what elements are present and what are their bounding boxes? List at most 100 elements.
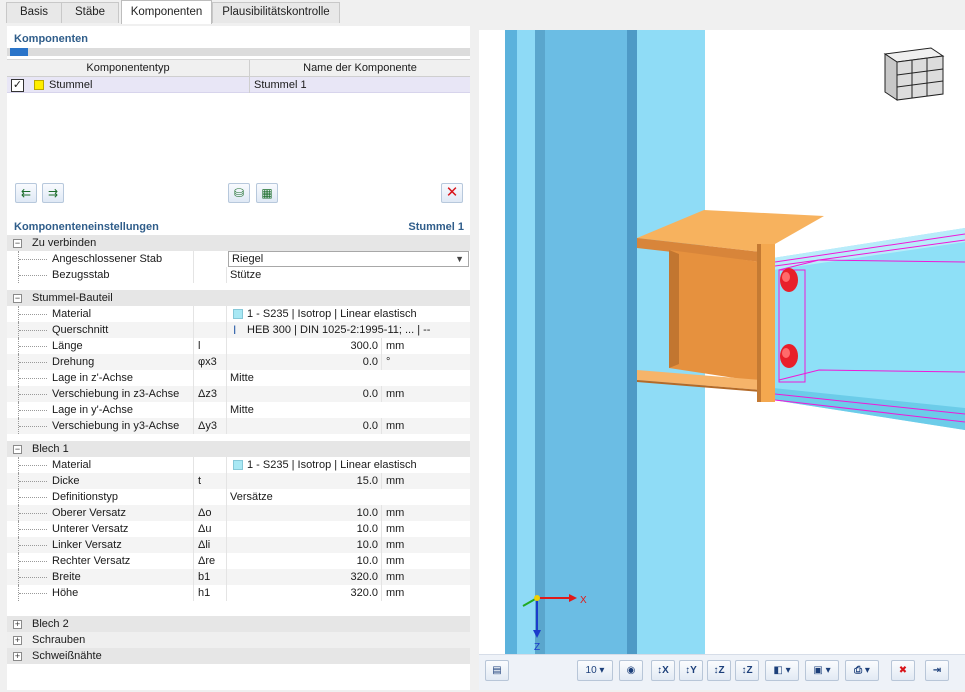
prop-label: Lage in z'-Achse [52,372,133,384]
prop-rechter-versatz[interactable]: Rechter Versatz Δre 10.0 mm [7,553,470,569]
settings-title-text: Komponenteneinstellungen [14,221,159,233]
collapse-icon[interactable]: − [13,294,22,303]
prop-value[interactable]: 10.0 [230,537,378,553]
prop-laenge[interactable]: Länge l 300.0 mm [7,338,470,354]
prop-material[interactable]: Material 1 - S235 | Isotrop | Linear ela… [7,306,470,322]
group-blech-1[interactable]: − Blech 1 [7,441,470,457]
collapse-icon[interactable]: − [13,239,22,248]
component-checkbox[interactable]: ✓ [11,79,24,92]
view-y-button[interactable]: ↕Y [679,660,703,681]
component-type-cell: Stummel [49,79,93,91]
view-cube-icon[interactable] [883,47,945,101]
reset-view-button[interactable]: ✖ [891,660,915,681]
prop-linker-versatz[interactable]: Linker Versatz Δli 10.0 mm [7,537,470,553]
view-x-button[interactable]: ↕X [651,660,675,681]
settings-section-title: Komponenteneinstellungen Stummel 1 [7,219,470,236]
prop-value[interactable]: 0.0 [230,386,378,402]
prop-value: Mitte [230,404,254,416]
render-mode-button[interactable]: ◉ [619,660,643,681]
prop-value: Stütze [230,269,262,281]
prop-label: Oberer Versatz [52,507,126,519]
display-layers-button[interactable]: ◧ ▾ [765,660,799,681]
prop-value[interactable]: 10.0 [230,553,378,569]
move-up-button[interactable]: ⇇ [15,183,37,203]
prop-unterer-versatz[interactable]: Unterer Versatz Δu 10.0 mm [7,521,470,537]
move-down-button[interactable]: ⇉ [42,183,64,203]
prop-symbol: φx3 [198,356,217,368]
prop-value[interactable]: 10.0 [230,521,378,537]
view-iso-button[interactable]: ↕Z [735,660,759,681]
column-header-name[interactable]: Name der Komponente [250,60,470,77]
group-label: Zu verbinden [32,237,97,249]
arrow-list-icon: ⇇ [20,186,32,200]
tab-plausibilitaetskontrolle[interactable]: Plausibilitätskontrolle [212,2,340,23]
delete-component-button[interactable]: ✕ [441,183,463,203]
prop-unit: mm [386,507,405,519]
zoom-select[interactable]: 10 ▾ [577,660,613,681]
exit-view-button[interactable]: ⇥ [925,660,949,681]
expand-icon[interactable]: + [13,652,22,661]
prop-unit: mm [386,571,405,583]
tab-basis[interactable]: Basis [6,2,62,23]
group-schweissnaehte[interactable]: + Schweißnähte [7,648,470,664]
angeschlossener-stab-select[interactable]: Riegel ▼ [228,251,469,267]
chevron-down-icon[interactable]: ▼ [455,252,464,266]
prop-lage-y[interactable]: Lage in y'-Achse Mitte [7,402,470,418]
prop-value[interactable]: 320.0 [230,569,378,585]
prop-label: Material [52,459,92,471]
prop-drehung[interactable]: Drehung φx3 0.0 ° [7,354,470,370]
group-blech-2[interactable]: + Blech 2 [7,616,470,632]
prop-unit: mm [386,587,405,599]
prop-dicke[interactable]: Dicke t 15.0 mm [7,473,470,489]
tab-staebe[interactable]: Stäbe [61,2,119,23]
3d-viewport[interactable]: X Z [479,30,965,654]
settings-property-grid: − Zu verbinden Angeschlossener Stab Rieg… [7,235,470,664]
save-to-library-button[interactable]: ▦ [256,183,278,203]
axis-y-icon: ↕Y [685,665,697,676]
prop-value: 1 - S235 | Isotrop | Linear elastisch [247,459,417,471]
group-zu-verbinden[interactable]: − Zu verbinden [7,235,470,251]
prop-value[interactable]: 15.0 [230,473,378,489]
prop-definitionstyp[interactable]: Definitionstyp Versätze [7,489,470,505]
prop-value[interactable]: 320.0 [230,585,378,601]
display-model-button[interactable]: ▣ ▾ [805,660,839,681]
prop-bezugsstab[interactable]: Bezugsstab Stütze [7,267,470,283]
prop-hoehe[interactable]: Höhe h1 320.0 mm [7,585,470,601]
prop-unit: mm [386,523,405,535]
component-name-cell: Stummel 1 [254,79,307,91]
prop-oberer-versatz[interactable]: Oberer Versatz Δo 10.0 mm [7,505,470,521]
prop-lage-z[interactable]: Lage in z'-Achse Mitte [7,370,470,386]
prop-value[interactable]: 0.0 [230,418,378,434]
prop-breite[interactable]: Breite b1 320.0 mm [7,569,470,585]
group-schrauben[interactable]: + Schrauben [7,632,470,648]
prop-verschiebung-y3[interactable]: Verschiebung in y3-Achse Δy3 0.0 mm [7,418,470,434]
group-stummel-bauteil[interactable]: − Stummel-Bauteil [7,290,470,306]
collapse-icon[interactable]: − [13,445,22,454]
expand-icon[interactable]: + [13,636,22,645]
prop-value[interactable]: 10.0 [230,505,378,521]
group-label: Blech 1 [32,443,69,455]
zoom-value: 10 [585,665,597,676]
layers-icon: ◧ ▾ [773,665,791,676]
prop-value[interactable]: 0.0 [230,354,378,370]
prop-angeschlossener-stab[interactable]: Angeschlossener Stab Riegel ▼ [7,251,470,267]
group-label: Schrauben [32,634,86,646]
prop-querschnitt[interactable]: Querschnitt I HEB 300 | DIN 1025-2:1995-… [7,322,470,338]
column-header-type[interactable]: Komponententyp [7,60,249,77]
prop-verschiebung-z3[interactable]: Verschiebung in z3-Achse Δz3 0.0 mm [7,386,470,402]
expand-icon[interactable]: + [13,620,22,629]
table-row[interactable]: ✓ Stummel Stummel 1 [7,77,470,93]
prop-value[interactable]: 300.0 [230,338,378,354]
print-button[interactable]: ⎙ ▾ [845,660,879,681]
prop-symbol: h1 [198,587,211,599]
select-value: Riegel [232,253,264,265]
cube-icon: ▣ ▾ [813,665,831,676]
components-splitter[interactable] [7,48,470,56]
tab-komponenten[interactable]: Komponenten [121,0,212,24]
view-options-button[interactable]: ▤ [485,660,509,681]
group-label: Schweißnähte [32,650,102,662]
prop-symbol: Δu [198,523,212,535]
prop-material[interactable]: Material 1 - S235 | Isotrop | Linear ela… [7,457,470,473]
view-z-button[interactable]: ↕Z [707,660,731,681]
library-import-button[interactable]: ⛁ [228,183,250,203]
